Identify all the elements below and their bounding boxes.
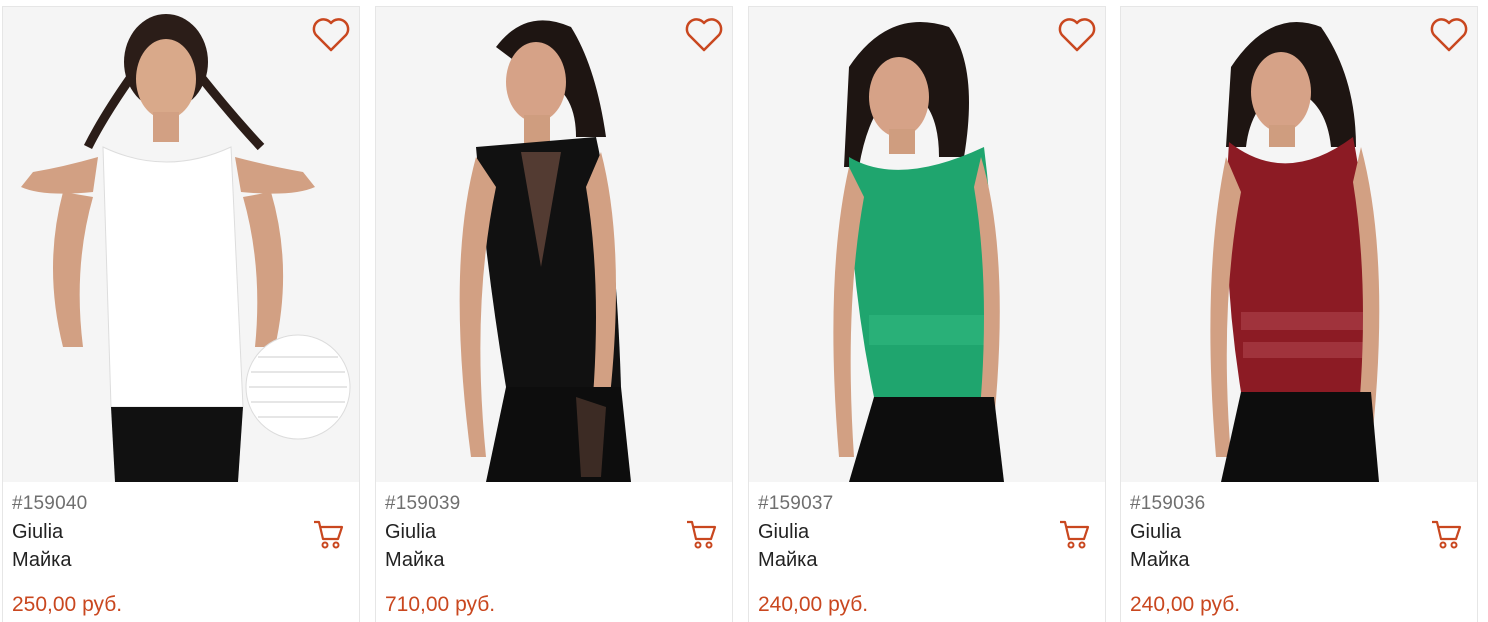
- product-card[interactable]: #159037 Giulia Майка 240,00 руб.: [748, 6, 1106, 622]
- add-to-cart-button[interactable]: [1057, 517, 1091, 551]
- add-to-cart-button[interactable]: [311, 517, 345, 551]
- add-to-cart-button[interactable]: [1429, 517, 1463, 551]
- add-to-cart-button[interactable]: [684, 517, 718, 551]
- favorite-button[interactable]: [682, 15, 726, 55]
- favorite-button[interactable]: [1427, 15, 1471, 55]
- product-sku: #159040: [12, 493, 88, 514]
- heart-icon: [1058, 18, 1096, 52]
- product-type[interactable]: Майка: [758, 549, 818, 572]
- product-price: 710,00 руб.: [385, 593, 496, 616]
- heart-icon: [312, 18, 350, 52]
- product-grid: #159040 Giulia Майка 250,00 руб. #159039…: [0, 0, 1488, 622]
- product-brand[interactable]: Giulia: [12, 521, 63, 544]
- product-type[interactable]: Майка: [12, 549, 72, 572]
- cart-icon: [687, 520, 717, 549]
- product-sku: #159036: [1130, 493, 1206, 514]
- product-photo[interactable]: [376, 7, 732, 482]
- favorite-button[interactable]: [1055, 15, 1099, 55]
- product-brand[interactable]: Giulia: [758, 521, 809, 544]
- product-photo[interactable]: [749, 7, 1105, 482]
- product-brand[interactable]: Giulia: [385, 521, 436, 544]
- product-photo[interactable]: [1121, 7, 1477, 482]
- product-price: 240,00 руб.: [1130, 593, 1241, 616]
- cart-icon: [1060, 520, 1090, 549]
- product-card[interactable]: #159039 Giulia Майка 710,00 руб.: [375, 6, 733, 622]
- cart-icon: [314, 520, 344, 549]
- product-brand[interactable]: Giulia: [1130, 521, 1181, 544]
- heart-icon: [685, 18, 723, 52]
- product-sku: #159039: [385, 493, 461, 514]
- product-card[interactable]: #159040 Giulia Майка 250,00 руб.: [2, 6, 360, 622]
- product-type[interactable]: Майка: [1130, 549, 1190, 572]
- product-photo[interactable]: [3, 7, 359, 482]
- product-price: 250,00 руб.: [12, 593, 123, 616]
- cart-icon: [1432, 520, 1462, 549]
- product-sku: #159037: [758, 493, 834, 514]
- product-price: 240,00 руб.: [758, 593, 869, 616]
- product-type[interactable]: Майка: [385, 549, 445, 572]
- heart-icon: [1430, 18, 1468, 52]
- favorite-button[interactable]: [309, 15, 353, 55]
- product-card[interactable]: #159036 Giulia Майка 240,00 руб.: [1120, 6, 1478, 622]
